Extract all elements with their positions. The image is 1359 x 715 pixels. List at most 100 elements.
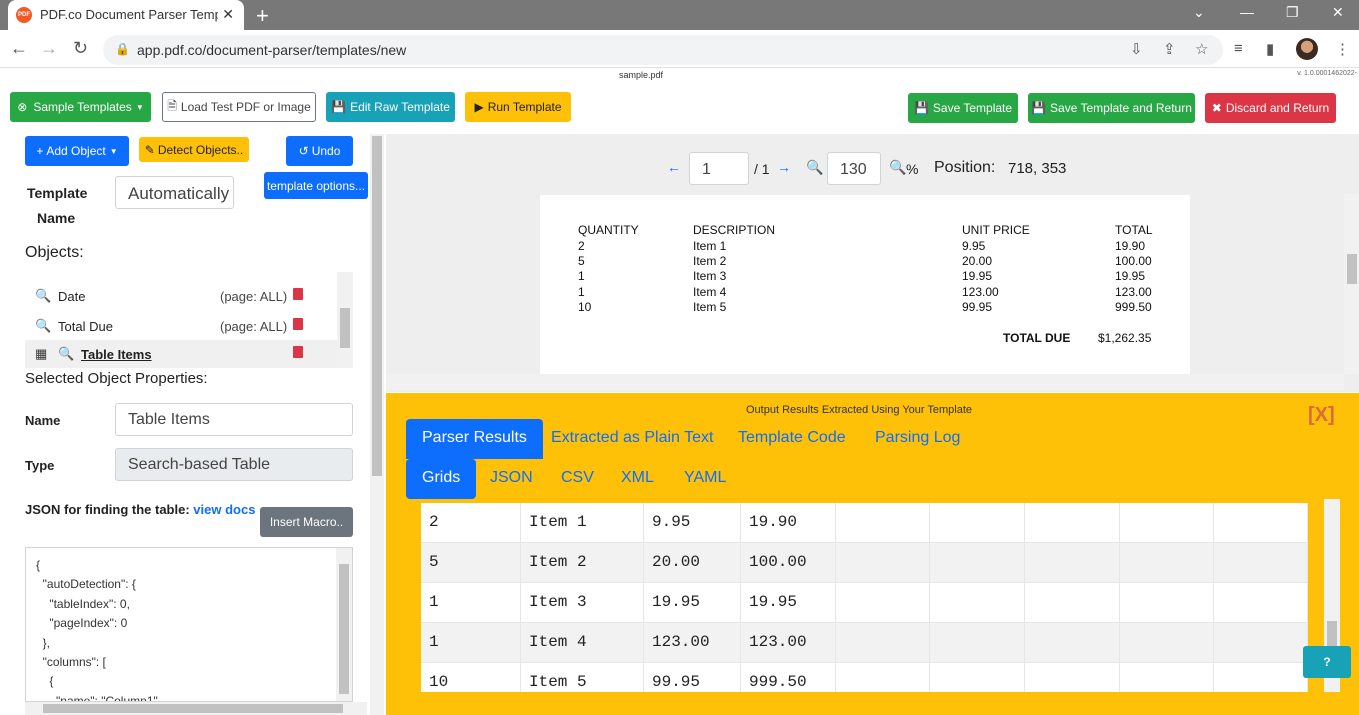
- back-icon[interactable]: ←: [10, 38, 28, 59]
- forward-icon[interactable]: →: [40, 38, 58, 59]
- close-window-icon[interactable]: ✕: [1332, 4, 1344, 21]
- reload-icon[interactable]: ↻: [73, 38, 88, 59]
- load-test-pdf-button[interactable]: 🗎 Load Test PDF or Image: [162, 92, 316, 122]
- object-name: Table Items: [81, 347, 152, 362]
- grid-cell: 123.00: [741, 623, 836, 663]
- pdf-cell: 19.90: [1115, 239, 1146, 253]
- table-row[interactable]: 10 Item 5 99.95 999.50: [421, 663, 1308, 692]
- next-page-icon[interactable]: →: [777, 159, 791, 175]
- results-grid: 2 Item 1 9.95 19.90 5 Item 2 20.00 100.0…: [421, 503, 1308, 692]
- grid-cell: 19.95: [644, 583, 741, 623]
- detect-objects-button[interactable]: ✎ Detect Objects..: [139, 137, 249, 162]
- run-template-button[interactable]: ▶ Run Template: [465, 92, 571, 122]
- json-editor-scrollbar[interactable]: [336, 548, 352, 701]
- left-panel-horizontal-scrollbar[interactable]: [25, 702, 367, 715]
- template-name-label-line2: Name: [37, 210, 76, 226]
- restore-icon[interactable]: ❐: [1286, 4, 1299, 21]
- grid-cell: 1: [421, 623, 521, 663]
- subtab-grids[interactable]: Grids: [406, 459, 477, 499]
- view-docs-link[interactable]: view docs: [193, 502, 255, 517]
- template-name-input[interactable]: Automatically: [115, 176, 234, 209]
- grid-cell: 5: [421, 543, 521, 583]
- table-row[interactable]: 5 Item 2 20.00 100.00: [421, 543, 1308, 583]
- browser-tab[interactable]: PDF PDF.co Document Parser Templat ✕: [8, 0, 244, 30]
- template-options-button[interactable]: template options...: [264, 172, 368, 199]
- add-object-button[interactable]: + Add Object ▼: [25, 136, 129, 166]
- table-row[interactable]: 2 Item 1 9.95 19.90: [421, 503, 1308, 543]
- trash-icon[interactable]: [293, 288, 303, 300]
- pdf-total-due-label: TOTAL DUE: [1003, 331, 1071, 345]
- browser-tab-bar: PDF PDF.co Document Parser Templat ✕ + ⌄…: [0, 0, 1359, 30]
- discard-and-return-button[interactable]: ✖ Discard and Return: [1205, 93, 1336, 123]
- left-panel-scrollbar[interactable]: [370, 134, 384, 715]
- minimize-icon[interactable]: —: [1240, 4, 1254, 20]
- close-output-button[interactable]: [X]: [1308, 404, 1335, 427]
- side-panel-icon[interactable]: ▮: [1266, 40, 1274, 58]
- grid-cell: [836, 503, 930, 543]
- insert-macro-button[interactable]: Insert Macro..: [260, 507, 353, 537]
- zoom-in-icon[interactable]: 🔍: [889, 159, 906, 176]
- share-icon[interactable]: ⇪: [1163, 40, 1176, 58]
- object-name-input[interactable]: Table Items: [115, 403, 353, 436]
- json-editor[interactable]: { "autoDetection": { "tableIndex": 0, "p…: [25, 547, 353, 702]
- page-number-input[interactable]: 1: [689, 152, 749, 185]
- grid-cell: Item 5: [521, 663, 644, 692]
- question-icon: ?: [1323, 655, 1331, 669]
- undo-button[interactable]: ↺ Undo: [286, 136, 353, 166]
- pdf-cell: 999.50: [1115, 300, 1152, 314]
- grid-cell: 999.50: [741, 663, 836, 692]
- reading-list-icon[interactable]: ≡: [1234, 40, 1243, 57]
- page-total: / 1: [754, 161, 770, 177]
- plus-icon: +: [36, 144, 44, 158]
- pdf-cell: 123.00: [962, 285, 999, 299]
- pdf-viewer: ← 1 / 1 → 🔍 130 🔍 % Position: 718, 353 Q…: [386, 134, 1359, 392]
- tab-plain-text[interactable]: Extracted as Plain Text: [535, 419, 729, 459]
- install-icon[interactable]: ⇩: [1130, 40, 1143, 58]
- pdf-page[interactable]: QUANTITY DESCRIPTION UNIT PRICE TOTAL 2 …: [540, 195, 1190, 375]
- tab-search-icon[interactable]: ⌄: [1193, 4, 1205, 21]
- save-template-and-return-button[interactable]: 💾 Save Template and Return: [1028, 93, 1195, 123]
- prev-page-icon[interactable]: ←: [667, 159, 681, 175]
- save-template-button[interactable]: 💾 Save Template: [908, 93, 1018, 123]
- browser-menu-icon[interactable]: ⋮: [1335, 40, 1350, 58]
- insert-macro-label: Insert Macro..: [269, 515, 344, 529]
- list-item[interactable]: 🔍 Date (page: ALL): [25, 282, 337, 310]
- pdf-viewer-horizontal-scrollbar[interactable]: [386, 374, 1344, 390]
- table-row[interactable]: 1 Item 4 123.00 123.00: [421, 623, 1308, 663]
- sample-templates-button[interactable]: ⊗ Sample Templates ▼: [10, 92, 151, 122]
- subtab-csv[interactable]: CSV: [545, 459, 610, 499]
- discard-and-return-label: Discard and Return: [1225, 101, 1330, 115]
- subtab-json[interactable]: JSON: [474, 459, 549, 499]
- objects-list-scrollbar[interactable]: [337, 272, 353, 368]
- trash-icon[interactable]: [293, 346, 303, 358]
- list-item-selected[interactable]: ▦ 🔍 Table Items: [25, 340, 337, 368]
- zoom-input[interactable]: 130: [827, 152, 881, 185]
- subtab-yaml[interactable]: YAML: [668, 459, 742, 499]
- grid-cell: [1120, 503, 1214, 543]
- help-button[interactable]: ?: [1303, 646, 1351, 678]
- edit-raw-template-button[interactable]: 💾 Edit Raw Template: [326, 92, 455, 122]
- tab-template-code[interactable]: Template Code: [722, 419, 862, 459]
- trash-icon[interactable]: [293, 318, 303, 330]
- url-field[interactable]: 🔒 app.pdf.co/document-parser/templates/n…: [103, 35, 1223, 65]
- subtab-xml[interactable]: XML: [605, 459, 670, 499]
- grid-cell: [1120, 583, 1214, 623]
- table-row[interactable]: 1 Item 3 19.95 19.95: [421, 583, 1308, 623]
- objects-label: Objects:: [25, 244, 84, 261]
- grid-cell: 19.90: [741, 503, 836, 543]
- grid-cell: Item 4: [521, 623, 644, 663]
- pdf-cell: Item 3: [693, 269, 727, 283]
- grid-cell: [1025, 503, 1120, 543]
- zoom-out-icon[interactable]: 🔍: [806, 159, 823, 176]
- bookmark-star-icon[interactable]: ☆: [1195, 40, 1208, 58]
- close-tab-icon[interactable]: ✕: [222, 6, 234, 23]
- tab-parser-results[interactable]: Parser Results: [406, 419, 543, 459]
- pdf-cell: Item 1: [693, 239, 727, 253]
- grid-cell: [1120, 623, 1214, 663]
- json-text: { "autoDetection": { "tableIndex": 0, "p…: [36, 558, 158, 702]
- new-tab-icon[interactable]: +: [256, 3, 269, 29]
- profile-avatar[interactable]: [1296, 38, 1318, 60]
- tab-parsing-log[interactable]: Parsing Log: [859, 419, 976, 459]
- pdf-viewer-scrollbar[interactable]: [1344, 194, 1359, 374]
- list-item[interactable]: 🔍 Total Due (page: ALL): [25, 312, 337, 340]
